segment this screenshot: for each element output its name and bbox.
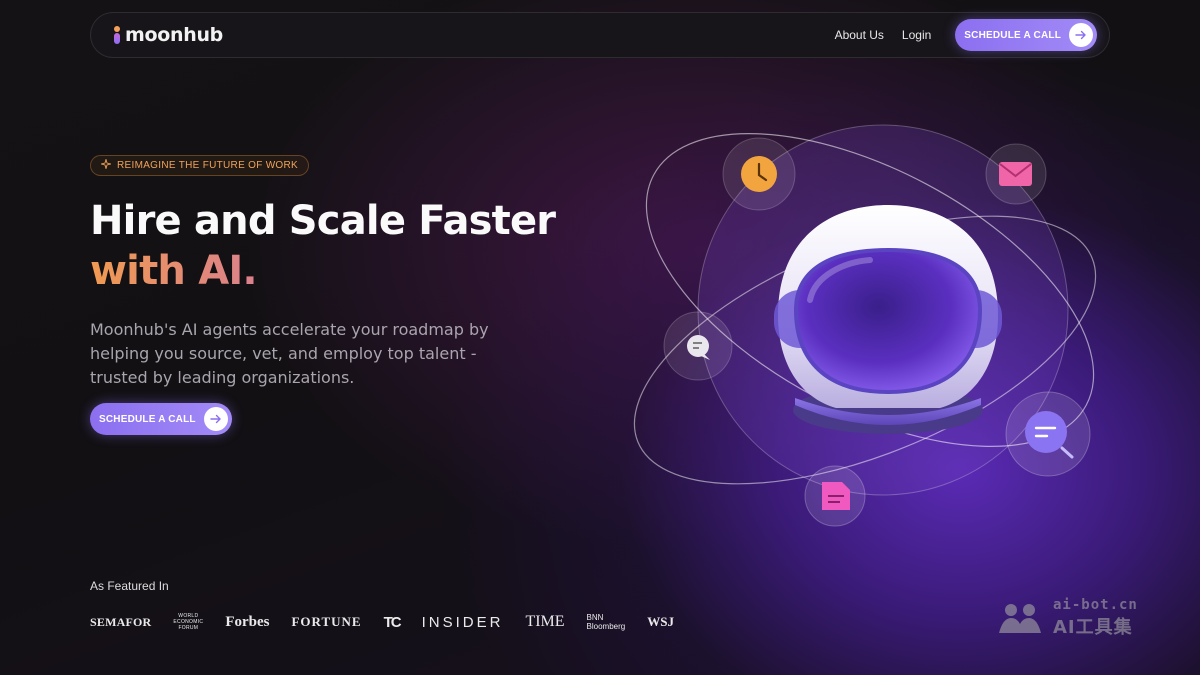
- top-nav: moonhub About Us Login SCHEDULE A CALL: [90, 12, 1110, 58]
- hero-title: Hire and Scale Faster with AI.: [90, 196, 556, 296]
- logo-time: TIME: [525, 613, 565, 630]
- nav-schedule-call-button[interactable]: SCHEDULE A CALL: [955, 19, 1097, 51]
- hero-title-line1: Hire and Scale Faster: [90, 198, 556, 244]
- hero-schedule-call-button[interactable]: SCHEDULE A CALL: [90, 403, 232, 435]
- watermark: ai-bot.cn AI工具集: [995, 597, 1138, 639]
- featured-logos: SEMAFOR WORLD ECONOMIC FORUM Forbes FORT…: [90, 605, 674, 639]
- logo-bnn-line2: Bloomberg: [586, 622, 626, 631]
- document-icon: [804, 465, 866, 527]
- logo[interactable]: moonhub: [113, 24, 223, 46]
- clock-icon: [722, 137, 796, 211]
- logo-bnn-bloomberg: BNN Bloomberg: [587, 613, 626, 631]
- logo-forbes: Forbes: [225, 613, 270, 630]
- logo-insider: INSIDER: [421, 613, 504, 631]
- hero-badge-text: REIMAGINE THE FUTURE OF WORK: [117, 160, 298, 171]
- logo-semafor: SEMAFOR: [90, 614, 152, 629]
- logo-fortune: FORTUNE: [291, 614, 362, 629]
- arrow-right-icon: [1069, 23, 1093, 47]
- moonhub-logo-icon: [113, 26, 121, 44]
- hero-schedule-call-label: SCHEDULE A CALL: [99, 413, 196, 425]
- logo-bnn-line1: BNN: [586, 613, 604, 622]
- logo-techcrunch: TC: [383, 613, 402, 631]
- featured-label: As Featured In: [90, 579, 169, 593]
- chat-icon: [663, 311, 733, 381]
- search-icon: [1005, 391, 1091, 477]
- sparkle-icon: [99, 157, 113, 172]
- nav-link-about-us[interactable]: About Us: [835, 28, 884, 42]
- helmet: [774, 205, 1002, 434]
- watermark-line2: AI工具集: [1053, 617, 1133, 638]
- hero-badge: REIMAGINE THE FUTURE OF WORK: [90, 155, 309, 176]
- arrow-right-icon: [203, 407, 228, 431]
- astronaut-helmet-illustration: [633, 124, 1097, 527]
- logo-wsj: WSJ: [647, 614, 674, 629]
- hero-title-line2: with AI.: [90, 246, 555, 296]
- watermark-line1: ai-bot.cn: [1053, 597, 1138, 613]
- hero-subtitle: Moonhub's AI agents accelerate your road…: [90, 320, 489, 387]
- watermark-logo-icon: [999, 604, 1041, 633]
- mail-icon: [985, 143, 1047, 205]
- nav-schedule-call-label: SCHEDULE A CALL: [964, 29, 1061, 41]
- logo-wef-line3: FORUM: [178, 625, 199, 631]
- logo-world-economic-forum: WORLD ECONOMIC FORUM: [173, 613, 203, 631]
- nav-link-login[interactable]: Login: [902, 28, 931, 42]
- logo-text: moonhub: [125, 24, 223, 46]
- nav-links: About Us Login SCHEDULE A CALL: [835, 19, 1097, 51]
